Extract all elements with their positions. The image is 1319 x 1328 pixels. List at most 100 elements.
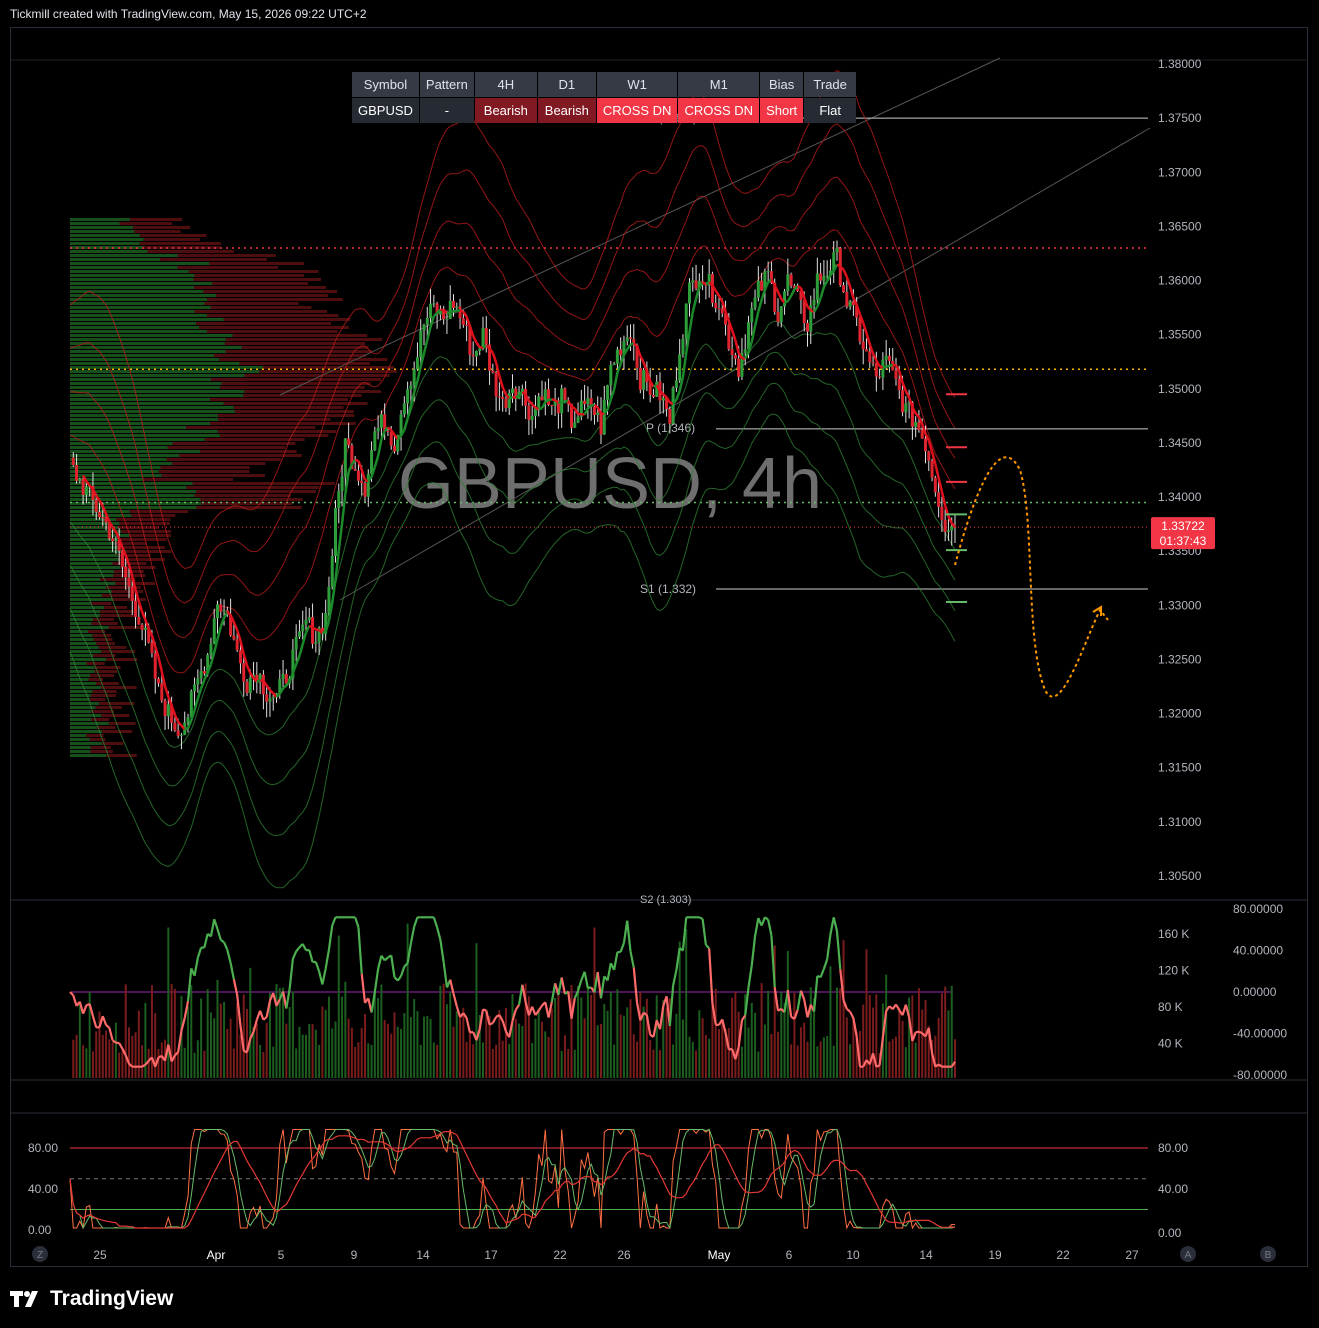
volume-bar bbox=[652, 1049, 655, 1078]
volume-profile-bar bbox=[70, 590, 112, 593]
candle-body bbox=[176, 730, 180, 736]
volume-profile-bar bbox=[70, 410, 235, 413]
volume-bar bbox=[809, 987, 812, 1078]
moving-average-segment bbox=[376, 439, 383, 457]
volume-bar bbox=[590, 994, 593, 1078]
volume-profile-bar bbox=[211, 378, 382, 381]
moving-average-segment bbox=[789, 288, 796, 297]
volume-profile-bar bbox=[70, 658, 107, 661]
volume-bar bbox=[908, 997, 911, 1078]
candle-body bbox=[684, 303, 688, 340]
candle-body bbox=[815, 273, 819, 300]
price-axis-label: 1.32000 bbox=[1158, 707, 1202, 721]
volume-bar bbox=[681, 1019, 684, 1078]
volume-profile-bar bbox=[70, 506, 197, 509]
volume-bar bbox=[475, 943, 478, 1078]
chart-canvas[interactable]: 1.38000 1.37500 1.37000 1.36500 1.36000 1.355… bbox=[0, 0, 1319, 1270]
volume-profile-bar bbox=[70, 338, 226, 341]
candle-body bbox=[478, 348, 482, 352]
signal-4h-cell: Bearish bbox=[474, 98, 537, 123]
candle-body bbox=[265, 694, 269, 702]
oscillator-line-segment bbox=[747, 965, 753, 988]
candle-body bbox=[520, 388, 524, 392]
candle-body bbox=[429, 303, 433, 319]
volume-profile-bar bbox=[70, 550, 126, 553]
moving-average-segment bbox=[848, 286, 855, 299]
volume-axis-label: 120 K bbox=[1158, 964, 1189, 978]
volume-bar bbox=[868, 994, 871, 1078]
candle-body bbox=[678, 354, 682, 381]
volume-profile-bar bbox=[90, 750, 113, 753]
oscillator-line-segment bbox=[209, 918, 216, 937]
tradingview-logo[interactable]: TradingView bbox=[10, 1287, 173, 1311]
candle-body bbox=[609, 364, 613, 386]
volume-profile-bar bbox=[70, 642, 97, 645]
volume-profile-bar bbox=[101, 594, 132, 597]
oscillator-line-segment bbox=[331, 916, 337, 926]
volume-profile-bar bbox=[89, 698, 106, 701]
candle-body bbox=[868, 351, 872, 363]
volume-bar bbox=[698, 1010, 701, 1078]
volume-profile-bar bbox=[70, 586, 106, 589]
candle-body bbox=[901, 390, 905, 413]
volume-bar bbox=[560, 1050, 563, 1078]
candle-body bbox=[615, 349, 619, 364]
oscillator-line-segment bbox=[72, 994, 78, 1007]
volume-profile-bar bbox=[90, 694, 117, 697]
oscillator-line-segment bbox=[439, 939, 445, 963]
candle-body bbox=[425, 318, 429, 325]
candle-body bbox=[737, 358, 741, 377]
pivot-s2-label: S2 (1.303) bbox=[640, 894, 691, 906]
volume-profile-bar bbox=[70, 670, 95, 673]
volume-bar bbox=[763, 1024, 766, 1078]
candle-body bbox=[143, 627, 147, 630]
volume-profile-bar bbox=[225, 350, 372, 353]
volume-bar bbox=[577, 985, 580, 1078]
oscillator-line-segment bbox=[750, 935, 757, 966]
volume-profile-bar bbox=[199, 326, 349, 329]
volume-bar bbox=[291, 991, 294, 1078]
volume-bar bbox=[924, 1000, 927, 1078]
candle-body bbox=[878, 376, 882, 378]
candle-body bbox=[173, 722, 177, 731]
signal-header-cell: 4H bbox=[474, 72, 537, 97]
volume-bar bbox=[301, 1034, 304, 1078]
volume-profile-bar bbox=[133, 226, 191, 229]
volume-profile-bar bbox=[91, 710, 115, 713]
candle-body bbox=[612, 363, 616, 365]
volume-profile-bar bbox=[209, 262, 305, 265]
current-price-value: 1.33722 bbox=[1161, 519, 1205, 533]
candle-body bbox=[98, 511, 101, 518]
volume-profile-bar bbox=[158, 470, 250, 473]
volume-bar bbox=[147, 1048, 150, 1078]
volume-bar bbox=[305, 1034, 307, 1078]
volume-bar bbox=[508, 1043, 511, 1078]
volume-profile-bar bbox=[194, 494, 291, 497]
volume-profile-bar bbox=[70, 370, 260, 373]
volume-profile-bar bbox=[70, 270, 189, 273]
volume-bar bbox=[557, 988, 560, 1078]
volume-bar bbox=[360, 1028, 363, 1078]
volume-bar bbox=[937, 1017, 940, 1078]
candle-body bbox=[688, 282, 691, 304]
candle-body bbox=[783, 291, 787, 307]
volume-profile-bar bbox=[112, 598, 146, 601]
candle-body bbox=[720, 308, 724, 314]
volume-profile-bar bbox=[206, 314, 339, 317]
candle-body bbox=[629, 337, 632, 339]
volume-bar bbox=[413, 998, 416, 1078]
moving-average-segment bbox=[508, 396, 514, 400]
volume-profile-bar bbox=[90, 746, 112, 749]
volume-profile-bar bbox=[70, 754, 107, 757]
volume-bar bbox=[849, 1044, 852, 1078]
moving-average-segment bbox=[786, 295, 793, 302]
volume-bar bbox=[298, 1026, 301, 1078]
oscillator-line-segment bbox=[491, 1016, 498, 1024]
volume-bar bbox=[747, 1027, 750, 1078]
moving-average-segment bbox=[819, 286, 826, 299]
volume-profile-bar bbox=[91, 622, 118, 625]
volume-bar bbox=[541, 1021, 543, 1078]
oscillator-line-segment bbox=[377, 955, 383, 970]
volume-bar bbox=[386, 1023, 389, 1078]
candle-body bbox=[474, 351, 478, 357]
